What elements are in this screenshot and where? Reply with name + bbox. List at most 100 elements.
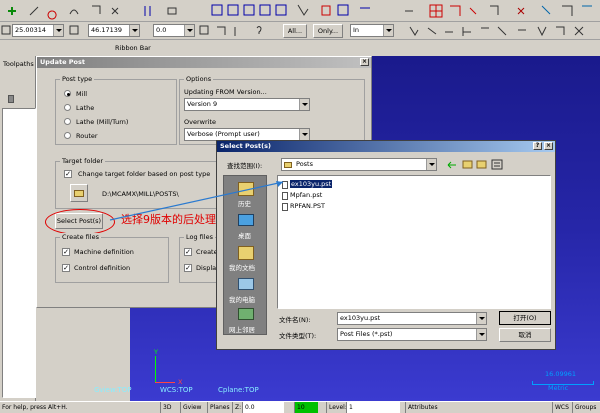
select-posts-dialog: Select Post(s) ? × 查找范围(I): Posts 历史 桌面 … bbox=[216, 140, 556, 350]
log-create-label: Create bbox=[196, 248, 218, 256]
options-title: Options bbox=[184, 75, 214, 83]
radio-mill[interactable] bbox=[64, 90, 71, 97]
axis-y-label: Y bbox=[154, 348, 158, 356]
status-wcs[interactable]: WCS bbox=[552, 402, 569, 413]
status-planes[interactable]: Planes bbox=[207, 402, 230, 413]
options-group: Options Updating FROM Version... Version… bbox=[179, 75, 365, 145]
cplane-label: Cplane:TOP bbox=[218, 386, 259, 394]
update-post-title: Update Post bbox=[40, 58, 85, 66]
file-list[interactable]: ex103yu.pst Mpfan.pst RPFAN.PST bbox=[277, 175, 551, 309]
radio-router[interactable] bbox=[64, 132, 71, 139]
change-target-label: Change target folder based on post type bbox=[78, 170, 211, 178]
axis-x-line bbox=[155, 382, 175, 383]
axis-y-line bbox=[155, 356, 156, 382]
folder-icon bbox=[74, 190, 84, 197]
toolpaths-toolbar[interactable] bbox=[2, 94, 34, 106]
log-display-checkbox[interactable]: ✓ bbox=[184, 264, 192, 272]
places-documents-label: 我的文档 bbox=[229, 264, 255, 272]
annotation-text: 选择9版本的后处理 bbox=[121, 213, 216, 226]
toolbar-row-2: 25.00314 46.17139 0.0 All... Only... In bbox=[0, 22, 600, 40]
help-icon[interactable]: ? bbox=[533, 142, 542, 150]
status-3d[interactable]: 3D bbox=[160, 402, 171, 413]
status-color[interactable]: 10 bbox=[294, 402, 318, 413]
toolbar-icons-row-2[interactable] bbox=[0, 22, 600, 40]
places-computer-label: 我的电脑 bbox=[229, 296, 255, 304]
toolpaths-tree[interactable] bbox=[2, 108, 36, 398]
toolbar-row-1 bbox=[0, 0, 600, 22]
status-level-label: Level: bbox=[326, 402, 347, 413]
folder-icon bbox=[284, 162, 292, 168]
filename-value: ex103yu.pst bbox=[340, 314, 381, 322]
axis-x-label: X bbox=[178, 378, 183, 386]
status-level-value[interactable]: 1 bbox=[346, 402, 400, 413]
close-icon[interactable]: × bbox=[544, 142, 553, 150]
control-definition-label: Control definition bbox=[74, 264, 131, 272]
places-desktop[interactable]: 桌面 bbox=[224, 212, 268, 242]
machine-definition-checkbox[interactable]: ✓ bbox=[62, 248, 70, 256]
places-computer[interactable]: 我的电脑 bbox=[224, 276, 268, 306]
update-post-titlebar: Update Post × bbox=[37, 57, 371, 68]
ribbon-bar-label: Ribbon Bar bbox=[115, 44, 151, 52]
computer-icon bbox=[238, 278, 254, 290]
status-help-text: For help, press Alt+H. bbox=[2, 404, 68, 411]
radio-lathe-label: Lathe bbox=[76, 104, 95, 112]
tab-toolpaths[interactable]: Toolpaths bbox=[3, 60, 34, 68]
close-icon[interactable]: × bbox=[360, 58, 369, 66]
desktop-icon bbox=[238, 214, 254, 226]
browse-folder-button[interactable] bbox=[70, 184, 88, 202]
nav-toolbar[interactable] bbox=[445, 158, 515, 172]
control-definition-checkbox[interactable]: ✓ bbox=[62, 264, 70, 272]
look-in-value: Posts bbox=[296, 160, 313, 168]
radio-lathe-millturn[interactable] bbox=[64, 118, 71, 125]
places-history-label: 历史 bbox=[238, 200, 251, 208]
filetype-label: 文件类型(T): bbox=[279, 332, 317, 340]
places-desktop-label: 桌面 bbox=[238, 232, 251, 240]
updating-from-label: Updating FROM Version... bbox=[184, 88, 267, 96]
look-in-select[interactable]: Posts bbox=[281, 158, 437, 171]
overwrite-value: Verbose (Prompt user) bbox=[187, 130, 260, 138]
network-icon bbox=[238, 308, 254, 320]
filetype-select[interactable]: Post Files (*.pst) bbox=[337, 328, 487, 341]
updating-from-value: Version 9 bbox=[187, 100, 218, 108]
create-files-group: Create files ✓ Machine definition ✓ Cont… bbox=[55, 233, 169, 283]
filename-input[interactable]: ex103yu.pst bbox=[337, 312, 487, 325]
updating-from-select[interactable]: Version 9 bbox=[184, 98, 310, 111]
create-files-title: Create files bbox=[60, 233, 101, 241]
filename-label: 文件名(N): bbox=[279, 316, 311, 324]
status-gview[interactable]: Gview bbox=[180, 402, 201, 413]
filetype-value: Post Files (*.pst) bbox=[340, 330, 393, 338]
places-network[interactable]: 网上邻居 bbox=[224, 306, 268, 336]
status-bar: For help, press Alt+H. 3D Gview Planes Z… bbox=[0, 401, 600, 413]
toolbar-icons-row-1[interactable] bbox=[0, 0, 600, 22]
log-create-checkbox[interactable]: ✓ bbox=[184, 248, 192, 256]
file-name-2: RPFAN.PST bbox=[290, 202, 325, 210]
radio-router-label: Router bbox=[76, 132, 98, 140]
history-icon bbox=[238, 182, 254, 196]
status-groups[interactable]: Groups bbox=[572, 402, 596, 413]
target-folder-title: Target folder bbox=[60, 157, 106, 165]
places-documents[interactable]: 我的文档 bbox=[224, 244, 268, 274]
change-target-checkbox[interactable]: ✓ bbox=[64, 170, 72, 178]
select-posts-title: Select Post(s) bbox=[220, 142, 271, 150]
post-type-title: Post type bbox=[60, 75, 95, 83]
radio-mill-label: Mill bbox=[76, 90, 88, 98]
select-posts-highlight bbox=[45, 209, 115, 235]
file-name-0: ex103yu.pst bbox=[290, 180, 333, 188]
file-icon bbox=[282, 203, 288, 211]
lock-icon[interactable] bbox=[8, 95, 14, 103]
machine-definition-label: Machine definition bbox=[74, 248, 134, 256]
cancel-button[interactable]: 取消 bbox=[499, 328, 551, 342]
scale-unit: Metric bbox=[548, 384, 569, 392]
gview-label: Gview:TOP bbox=[94, 386, 132, 394]
radio-lathe[interactable] bbox=[64, 104, 71, 111]
status-z-value[interactable]: 0.0 bbox=[242, 402, 284, 413]
overwrite-label: Overwrite bbox=[184, 118, 216, 126]
status-z-label: Z: bbox=[232, 402, 241, 413]
open-button[interactable]: 打开(O) bbox=[499, 311, 551, 325]
file-icon bbox=[282, 181, 288, 189]
post-type-group: Post type Mill Lathe Lathe (Mill/Turn) R… bbox=[55, 75, 177, 145]
places-network-label: 网上邻居 bbox=[229, 326, 255, 334]
status-attributes[interactable]: Attributes bbox=[405, 402, 438, 413]
scale-value: 16.09961 bbox=[545, 370, 577, 378]
places-history[interactable]: 历史 bbox=[224, 180, 268, 210]
